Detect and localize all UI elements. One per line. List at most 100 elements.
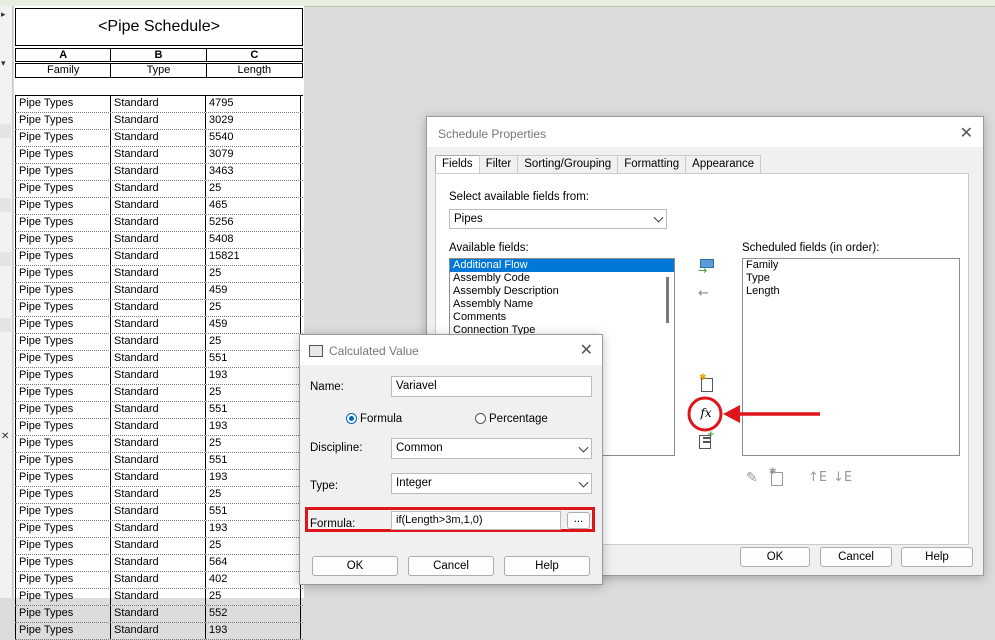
column-letter-b[interactable]: B <box>110 48 206 62</box>
dropdown-arrow-icon[interactable]: ▾ <box>1 59 6 69</box>
type-cell[interactable]: Standard <box>110 470 205 486</box>
length-cell[interactable]: 25 <box>205 589 301 605</box>
family-cell[interactable]: Pipe Types <box>15 130 110 146</box>
table-row[interactable]: Pipe Types Standard 25 <box>15 181 303 198</box>
formula-radio[interactable]: Formula <box>346 413 402 425</box>
table-row[interactable]: Pipe Types Standard 5540 <box>15 130 303 147</box>
family-cell[interactable]: Pipe Types <box>15 164 110 180</box>
schedule-title[interactable]: <Pipe Schedule> <box>15 8 303 46</box>
column-letter-a[interactable]: A <box>15 48 111 62</box>
collapse-arrow-icon[interactable]: ▸ <box>1 10 6 20</box>
formula-input[interactable]: if(Length>3m,1,0) <box>391 511 561 530</box>
length-cell[interactable]: 459 <box>205 283 301 299</box>
family-cell[interactable]: Pipe Types <box>15 368 110 384</box>
type-cell[interactable]: Standard <box>110 504 205 520</box>
tab-formatting[interactable]: Formatting <box>617 155 687 174</box>
new-parameter-icon[interactable]: ✱ <box>699 373 713 392</box>
type-cell[interactable]: Standard <box>110 385 205 401</box>
type-cell[interactable]: Standard <box>110 164 205 180</box>
family-cell[interactable]: Pipe Types <box>15 96 110 112</box>
type-cell[interactable]: Standard <box>110 317 205 333</box>
family-cell[interactable]: Pipe Types <box>15 555 110 571</box>
cancel-button[interactable]: Cancel <box>820 547 892 567</box>
family-cell[interactable]: Pipe Types <box>15 589 110 605</box>
table-row[interactable]: Pipe Types Standard 25 <box>15 300 303 317</box>
type-cell[interactable]: Standard <box>110 283 205 299</box>
table-row[interactable]: Pipe Types Standard 551 <box>15 351 303 368</box>
type-cell[interactable]: Standard <box>110 147 205 163</box>
family-cell[interactable]: Pipe Types <box>15 470 110 486</box>
add-parameter-icon[interactable]: → <box>698 259 714 276</box>
family-cell[interactable]: Pipe Types <box>15 436 110 452</box>
type-cell[interactable]: Standard <box>110 538 205 554</box>
table-row[interactable]: Pipe Types Standard 25 <box>15 538 303 555</box>
type-cell[interactable]: Standard <box>110 572 205 588</box>
move-up-icon[interactable]: ↑E <box>808 470 827 485</box>
type-cell[interactable]: Standard <box>110 436 205 452</box>
family-cell[interactable]: Pipe Types <box>15 606 110 622</box>
table-row[interactable]: Pipe Types Standard 3463 <box>15 164 303 181</box>
length-cell[interactable]: 25 <box>205 181 301 197</box>
length-cell[interactable]: 5540 <box>205 130 301 146</box>
table-row[interactable]: Pipe Types Standard 4795 <box>15 96 303 113</box>
family-cell[interactable]: Pipe Types <box>15 266 110 282</box>
type-cell[interactable]: Standard <box>110 130 205 146</box>
family-cell[interactable]: Pipe Types <box>15 351 110 367</box>
type-cell[interactable]: Standard <box>110 300 205 316</box>
table-row[interactable]: Pipe Types Standard 551 <box>15 453 303 470</box>
ok-button[interactable]: OK <box>740 547 810 567</box>
length-cell[interactable]: 193 <box>205 368 301 384</box>
length-cell[interactable]: 551 <box>205 351 301 367</box>
length-cell[interactable]: 3463 <box>205 164 301 180</box>
family-cell[interactable]: Pipe Types <box>15 317 110 333</box>
type-cell[interactable]: Standard <box>110 555 205 571</box>
length-cell[interactable]: 465 <box>205 198 301 214</box>
table-row[interactable]: Pipe Types Standard 564 <box>15 555 303 572</box>
table-row[interactable]: Pipe Types Standard 552 <box>15 606 303 623</box>
type-cell[interactable]: Standard <box>110 487 205 503</box>
type-cell[interactable]: Standard <box>110 521 205 537</box>
table-row[interactable]: Pipe Types Standard 25 <box>15 436 303 453</box>
table-row[interactable]: Pipe Types Standard 15821 <box>15 249 303 266</box>
table-row[interactable]: Pipe Types Standard 5256 <box>15 215 303 232</box>
list-item[interactable]: Assembly Description <box>450 285 674 298</box>
length-cell[interactable]: 3029 <box>205 113 301 129</box>
delete-parameter-icon[interactable]: ✱ <box>769 467 783 486</box>
family-cell[interactable]: Pipe Types <box>15 385 110 401</box>
tab-sorting-grouping[interactable]: Sorting/Grouping <box>517 155 619 174</box>
table-row[interactable]: Pipe Types Standard 5408 <box>15 232 303 249</box>
family-cell[interactable]: Pipe Types <box>15 300 110 316</box>
type-cell[interactable]: Standard <box>110 606 205 622</box>
table-row[interactable]: Pipe Types Standard 3079 <box>15 147 303 164</box>
length-cell[interactable]: 5408 <box>205 232 301 248</box>
table-row[interactable]: Pipe Types Standard 465 <box>15 198 303 215</box>
length-cell[interactable]: 551 <box>205 453 301 469</box>
length-cell[interactable]: 25 <box>205 266 301 282</box>
length-cell[interactable]: 193 <box>205 623 301 639</box>
family-cell[interactable]: Pipe Types <box>15 198 110 214</box>
family-cell[interactable]: Pipe Types <box>15 538 110 554</box>
table-row[interactable]: Pipe Types Standard 25 <box>15 385 303 402</box>
length-cell[interactable]: 25 <box>205 538 301 554</box>
table-row[interactable]: Pipe Types Standard 551 <box>15 402 303 419</box>
type-cell[interactable]: Standard <box>110 96 205 112</box>
table-row[interactable]: Pipe Types Standard 193 <box>15 623 303 640</box>
family-cell[interactable]: Pipe Types <box>15 215 110 231</box>
family-cell[interactable]: Pipe Types <box>15 249 110 265</box>
family-cell[interactable]: Pipe Types <box>15 623 110 639</box>
length-cell[interactable]: 3079 <box>205 147 301 163</box>
list-item[interactable]: Assembly Code <box>450 272 674 285</box>
table-row[interactable]: Pipe Types Standard 25 <box>15 334 303 351</box>
table-row[interactable]: Pipe Types Standard 193 <box>15 521 303 538</box>
help-button[interactable]: Help <box>901 547 973 567</box>
length-cell[interactable]: 459 <box>205 317 301 333</box>
family-cell[interactable]: Pipe Types <box>15 232 110 248</box>
length-cell[interactable]: 193 <box>205 521 301 537</box>
column-letter-c[interactable]: C <box>205 48 303 62</box>
length-cell[interactable]: 25 <box>205 334 301 350</box>
family-cell[interactable]: Pipe Types <box>15 487 110 503</box>
family-cell[interactable]: Pipe Types <box>15 113 110 129</box>
header-type[interactable]: Type <box>110 63 206 78</box>
family-cell[interactable]: Pipe Types <box>15 283 110 299</box>
category-select[interactable]: Pipes <box>449 209 667 229</box>
